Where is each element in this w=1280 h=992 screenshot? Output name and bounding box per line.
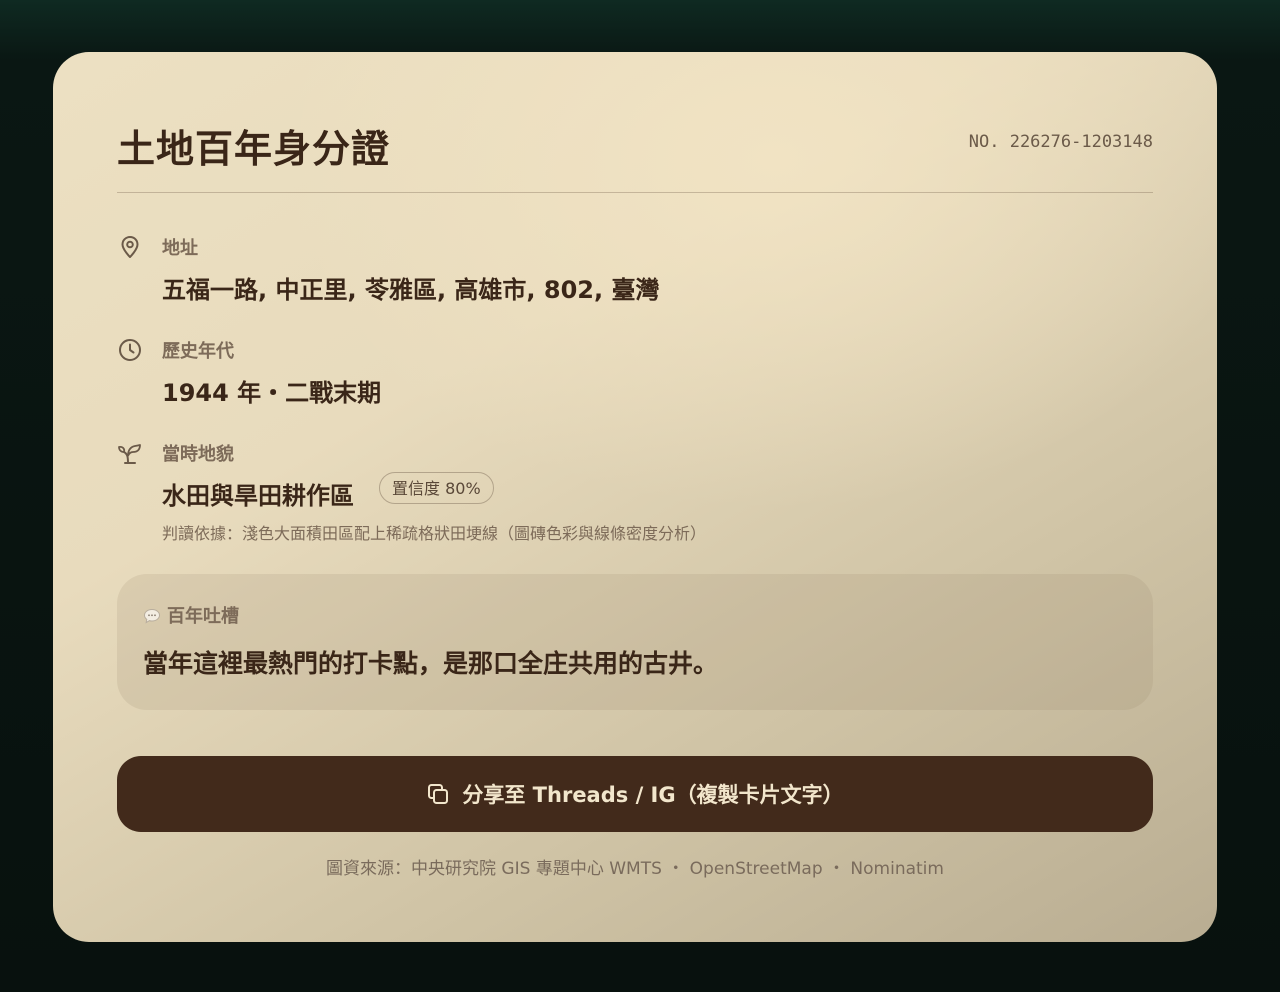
quote-label-row: 百年吐槽 <box>143 602 239 628</box>
speech-bubble-icon <box>143 608 161 624</box>
era-value: 1944 年・二戰末期 <box>162 379 382 407</box>
address-value: 五福一路, 中正里, 苓雅區, 高雄市, 802, 臺灣 <box>162 276 660 304</box>
landscape-label: 當時地貌 <box>162 444 234 465</box>
era-label: 歷史年代 <box>162 341 234 362</box>
address-field: 地址 五福一路, 中正里, 苓雅區, 高雄市, 802, 臺灣 <box>117 234 1153 304</box>
share-button-label: 分享至 Threads / IG（複製卡片文字） <box>462 783 844 807</box>
quote-box: 百年吐槽 當年這裡最熱門的打卡點，是那口全庄共用的古井。 <box>117 574 1153 710</box>
confidence-badge: 置信度 80% <box>379 472 494 504</box>
card-title: 土地百年身分證 <box>117 126 391 171</box>
analysis-basis: 判讀依據：淺色大面積田區配上稀疏格狀田埂線（圖磚色彩與線條密度分析） <box>162 524 707 543</box>
clock-icon <box>119 339 141 361</box>
quote-label: 百年吐槽 <box>167 606 239 627</box>
copy-icon <box>428 784 449 804</box>
landscape-value: 水田與旱田耕作區 <box>162 482 354 510</box>
address-label: 地址 <box>162 238 198 259</box>
era-field: 歷史年代 1944 年・二戰末期 <box>117 337 1153 407</box>
serial-number: NO. 226276-1203148 <box>968 132 1153 152</box>
sprout-icon <box>118 444 141 464</box>
location-pin-icon <box>121 236 139 258</box>
quote-text: 當年這裡最熱門的打卡點，是那口全庄共用的古井。 <box>143 649 719 678</box>
data-source-credits: 圖資來源：中央研究院 GIS 專題中心 WMTS ・ OpenStreetMap… <box>326 859 944 879</box>
identity-card: 土地百年身分證 NO. 226276-1203148 地址 五福一路, 中正里,… <box>53 52 1217 942</box>
landscape-field: 當時地貌 水田與旱田耕作區 置信度 80% 判讀依據：淺色大面積田區配上稀疏格狀… <box>117 440 1153 550</box>
card-header: 土地百年身分證 NO. 226276-1203148 <box>117 116 1153 193</box>
share-button[interactable]: 分享至 Threads / IG（複製卡片文字） <box>117 756 1153 832</box>
